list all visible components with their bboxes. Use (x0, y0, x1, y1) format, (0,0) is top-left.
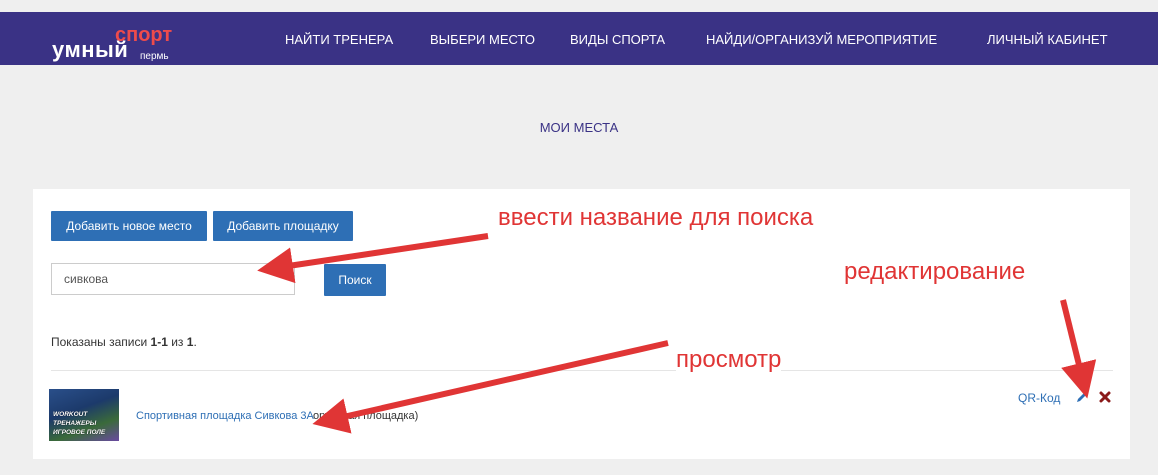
place-thumbnail[interactable]: WORKOUT ТРЕНАЖЕРЫ ИГРОВОЕ ПОЛЕ (49, 389, 119, 441)
summary-range: 1-1 (150, 335, 168, 349)
nav-events[interactable]: НАЙДИ/ОРГАНИЗУЙ МЕРОПРИЯТИЕ (706, 32, 937, 47)
annotation-edit-hint: редактирование (844, 258, 1026, 286)
top-navbar: умный спорт пермь НАЙТИ ТРЕНЕРА ВЫБЕРИ М… (0, 12, 1158, 65)
pencil-icon[interactable] (1075, 390, 1089, 404)
logo-city: пермь (140, 51, 169, 62)
close-x-icon[interactable] (1098, 390, 1112, 404)
results-summary: Показаны записи 1-1 из 1. (51, 335, 197, 349)
summary-middle: из (167, 335, 187, 349)
thumb-line-1: WORKOUT (53, 411, 88, 418)
nav-choose-place[interactable]: ВЫБЕРИ МЕСТО (430, 32, 535, 47)
search-button[interactable]: Поиск (324, 264, 386, 296)
nav-sports[interactable]: ВИДЫ СПОРТА (570, 32, 665, 47)
logo-sport: спорт (115, 24, 173, 46)
summary-prefix: Показаны записи (51, 335, 151, 349)
add-place-button[interactable]: Добавить новое место (51, 211, 207, 241)
qr-code-link[interactable]: QR-Код (1018, 391, 1060, 405)
annotation-search-hint: ввести название для поиска (498, 204, 814, 232)
nav-account[interactable]: ЛИЧНЫЙ КАБИНЕТ (987, 32, 1108, 47)
list-divider (51, 370, 1113, 371)
annotation-view-hint: просмотр (676, 346, 782, 374)
add-ground-button[interactable]: Добавить площадку (213, 211, 353, 241)
search-input[interactable] (51, 263, 295, 295)
page-title: МОИ МЕСТА (539, 120, 619, 135)
thumb-line-2: ТРЕНАЖЕРЫ (53, 420, 97, 427)
thumb-line-3: ИГРОВОЕ ПОЛЕ (53, 429, 106, 436)
place-type: ортивная площадка) (313, 410, 419, 422)
place-name-link[interactable]: Спортивная площадка Сивкова 3А (136, 410, 314, 422)
summary-suffix: . (193, 335, 197, 349)
nav-find-coach[interactable]: НАЙТИ ТРЕНЕРА (285, 32, 393, 47)
